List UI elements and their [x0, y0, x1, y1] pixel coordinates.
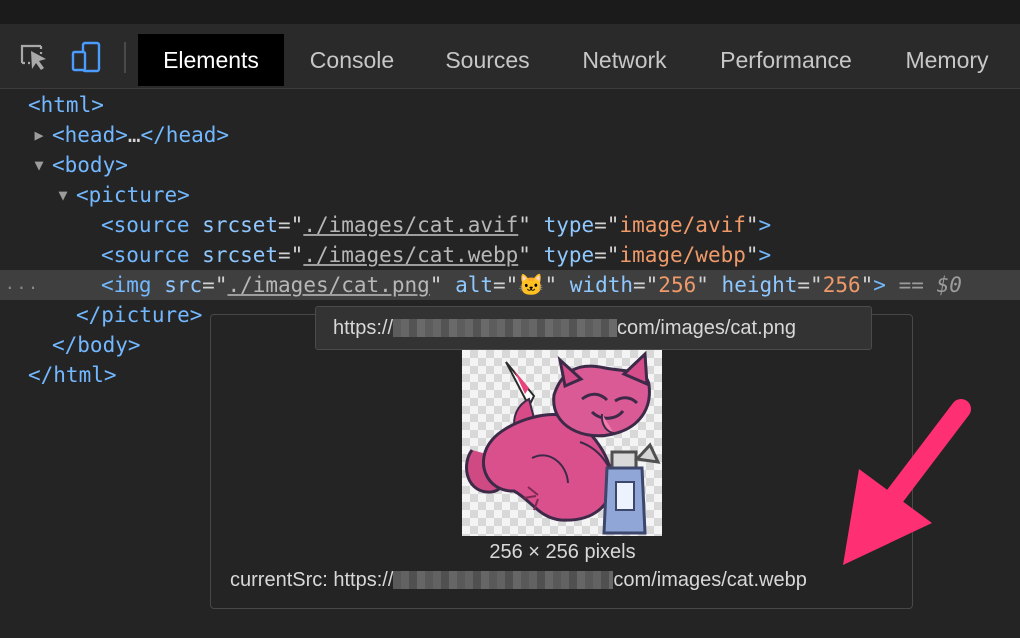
dom-node-picture[interactable]: ▼ <picture> [0, 180, 1020, 210]
image-dimensions: 256 × 256 pixels [489, 541, 636, 563]
dom-node-body[interactable]: ▼ <body> [0, 150, 1020, 180]
dom-node-head[interactable]: ▶ <head>…</head> [0, 120, 1020, 150]
source-avif-link[interactable]: ./images/cat.avif [303, 213, 518, 237]
collapse-arrow-icon[interactable]: ▼ [33, 150, 45, 180]
highlight-arrow [843, 399, 971, 565]
browser-top-strip [0, 0, 1020, 24]
tab-console[interactable]: Console [293, 34, 411, 86]
redacted-domain [393, 571, 614, 589]
device-toolbar-icon [71, 41, 101, 73]
dom-node-img-selected[interactable]: ... <img src="./images/cat.png" alt="🐱" … [0, 270, 1020, 300]
image-url-tooltip: https://com/images/cat.png [315, 306, 872, 350]
cat-sticker-image [465, 350, 661, 535]
device-toolbar-button[interactable] [70, 40, 104, 74]
node-menu-ellipsis-icon[interactable]: ... [5, 270, 40, 299]
cat-image-preview [462, 350, 662, 536]
dom-node-source-webp[interactable]: <source srcset="./images/cat.webp" type=… [0, 240, 1020, 270]
dom-node-source-avif[interactable]: <source srcset="./images/cat.avif" type=… [0, 210, 1020, 240]
tab-elements[interactable]: Elements [138, 34, 284, 86]
inspect-element-icon [20, 44, 46, 70]
image-preview-popover: 256 × 256 pixels currentSrc: https://com… [210, 314, 913, 609]
toolbar-divider [124, 42, 126, 73]
inspect-element-button[interactable] [17, 40, 51, 74]
expand-arrow-icon[interactable]: ▶ [33, 120, 45, 150]
dom-node-html-open[interactable]: <html> [0, 90, 1020, 120]
tab-sources[interactable]: Sources [430, 34, 545, 86]
collapse-arrow-icon[interactable]: ▼ [57, 180, 69, 210]
current-source-line: currentSrc: https://com/images/cat.webp [230, 569, 807, 591]
source-webp-link[interactable]: ./images/cat.webp [303, 243, 518, 267]
tab-network[interactable]: Network [567, 34, 682, 86]
img-src-link[interactable]: ./images/cat.png [227, 273, 429, 297]
tab-performance[interactable]: Performance [704, 34, 868, 86]
devtools-toolbar: Elements Console Sources Network Perform… [0, 24, 1020, 89]
redacted-domain [393, 319, 618, 337]
tab-memory[interactable]: Memory [889, 34, 1005, 86]
